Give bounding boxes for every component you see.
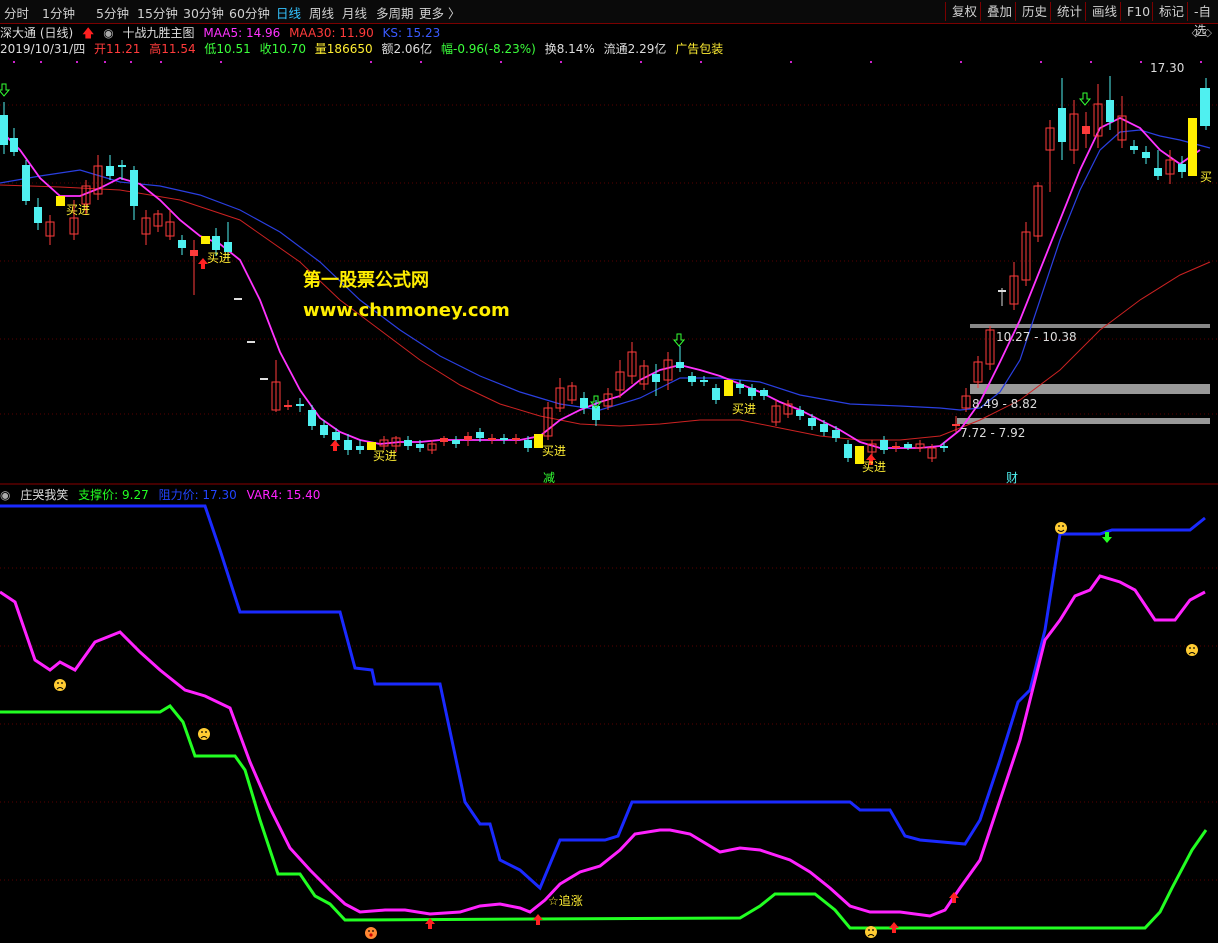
price-chart[interactable]	[0, 0, 1218, 943]
indicator-pane-name: 庄哭我笑	[20, 488, 69, 502]
happy-face-icon	[1055, 522, 1067, 534]
buy-signal-label: 买进	[542, 444, 567, 458]
signal-dot-row	[13, 61, 1202, 63]
buy-signal-label: 买进	[373, 449, 398, 463]
zone-label-upper: 10.27 - 10.38	[996, 330, 1077, 344]
maa30-line	[0, 129, 1211, 411]
sad-face-icon	[54, 644, 1198, 938]
resistance-line	[0, 504, 1206, 891]
var4-line	[0, 574, 1206, 918]
main-grid	[0, 104, 1218, 415]
watermark-title: 第一股票公式网	[303, 270, 429, 291]
high-price-label: 17.30	[1150, 61, 1185, 75]
sell-arrows	[0, 83, 1092, 409]
support-value: 支撑价: 9.27	[78, 488, 149, 502]
var4-value: VAR4: 15.40	[246, 488, 321, 502]
dropdown-circle-icon[interactable]: ◉	[0, 488, 10, 502]
surprised-face-icon	[365, 927, 377, 939]
buy-signal-label: 买进	[66, 203, 91, 217]
buy-signal-label: 买进	[862, 460, 887, 474]
buy-signal-label: 买进	[732, 402, 757, 416]
support-line	[0, 704, 1208, 930]
watermark-url: www.chnmoney.com	[303, 300, 510, 321]
zone-label-middle: 8.49 - 8.82	[972, 397, 1038, 411]
zone-label-lower: 7.72 - 7.92	[960, 426, 1026, 440]
finance-marker: 财	[1006, 471, 1019, 485]
buy-signal-label: 买	[1200, 170, 1213, 184]
chase-rise-label: ☆追涨	[548, 894, 583, 908]
reduce-marker: 减	[543, 471, 556, 485]
indicator-pane-header: ◉ 庄哭我笑 支撑价: 9.27 阻力价: 17.30 VAR4: 15.40	[0, 486, 326, 503]
resistance-value: 阻力价: 17.30	[158, 488, 237, 502]
buy-signal-label: 买进	[207, 251, 232, 265]
buy-arrows	[198, 258, 876, 465]
